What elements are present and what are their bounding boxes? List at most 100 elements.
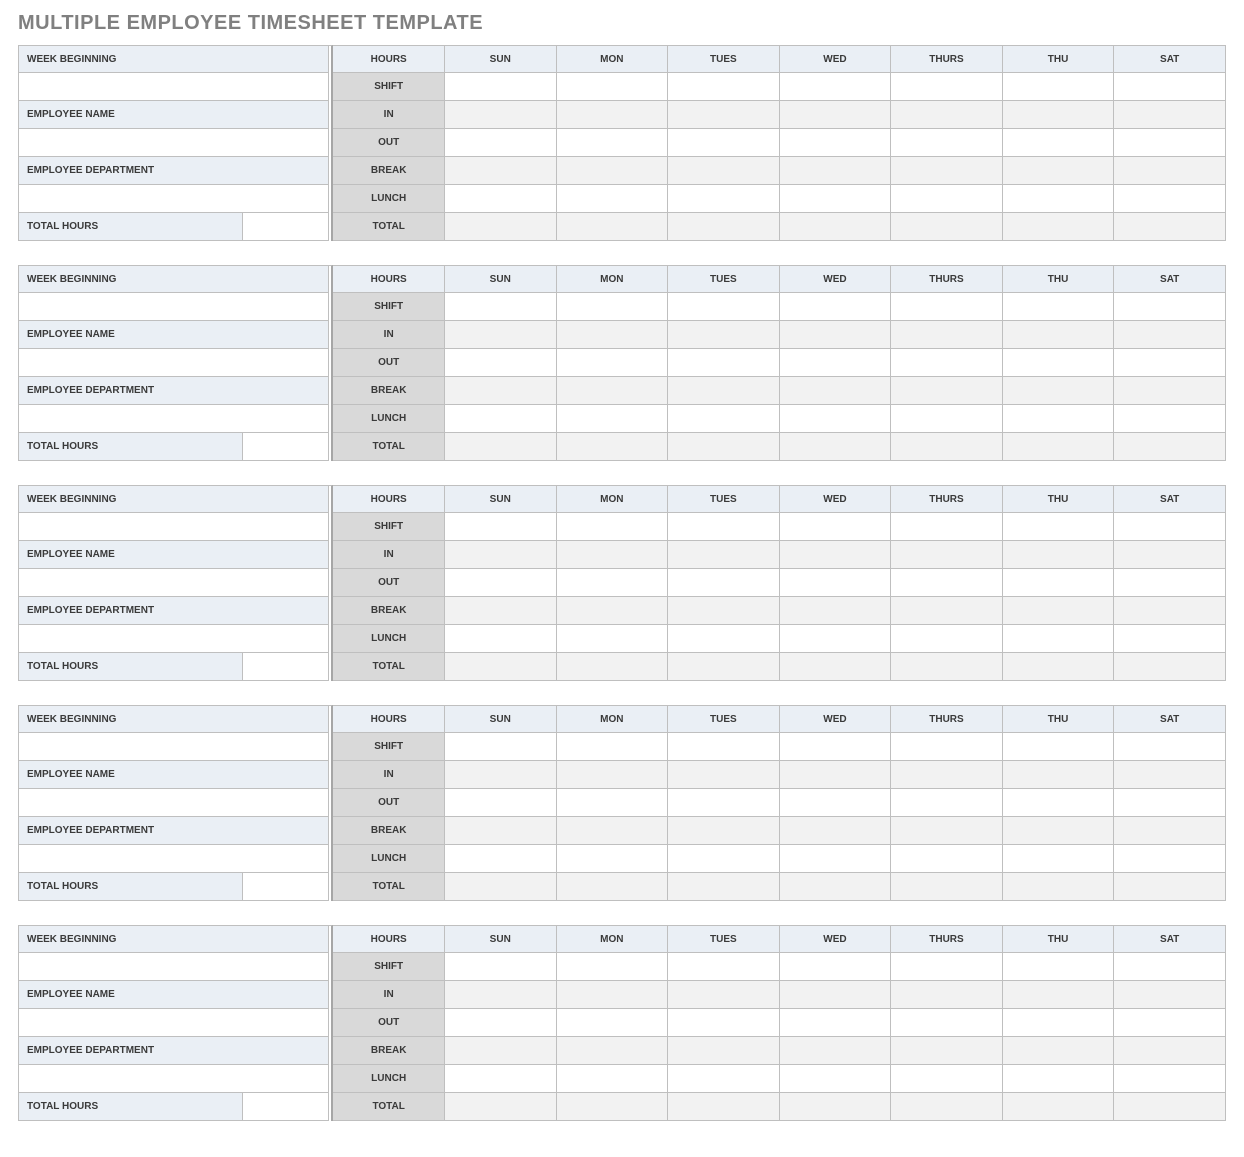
cell-break[interactable]: [445, 377, 557, 405]
cell-in[interactable]: [1114, 321, 1226, 349]
cell-in[interactable]: [1114, 761, 1226, 789]
input-employee-name[interactable]: [18, 569, 329, 597]
cell-total[interactable]: [1114, 1093, 1226, 1121]
cell-out[interactable]: [557, 129, 669, 157]
cell-in[interactable]: [891, 321, 1003, 349]
cell-out[interactable]: [668, 569, 780, 597]
cell-lunch[interactable]: [1003, 845, 1115, 873]
cell-in[interactable]: [780, 541, 892, 569]
cell-shift[interactable]: [780, 73, 892, 101]
cell-in[interactable]: [1003, 541, 1115, 569]
cell-lunch[interactable]: [891, 405, 1003, 433]
cell-in[interactable]: [1003, 761, 1115, 789]
cell-shift[interactable]: [668, 733, 780, 761]
cell-shift[interactable]: [1003, 73, 1115, 101]
cell-break[interactable]: [780, 597, 892, 625]
cell-lunch[interactable]: [891, 1065, 1003, 1093]
cell-lunch[interactable]: [1003, 625, 1115, 653]
cell-total[interactable]: [668, 1093, 780, 1121]
cell-total[interactable]: [780, 213, 892, 241]
value-total-hours[interactable]: [243, 873, 329, 901]
cell-lunch[interactable]: [780, 845, 892, 873]
cell-shift[interactable]: [891, 513, 1003, 541]
cell-out[interactable]: [1114, 1009, 1226, 1037]
cell-in[interactable]: [891, 101, 1003, 129]
cell-in[interactable]: [780, 981, 892, 1009]
cell-out[interactable]: [557, 349, 669, 377]
input-week-beginning[interactable]: [18, 953, 329, 981]
cell-total[interactable]: [891, 653, 1003, 681]
cell-total[interactable]: [668, 433, 780, 461]
cell-break[interactable]: [445, 1037, 557, 1065]
cell-in[interactable]: [668, 541, 780, 569]
cell-total[interactable]: [445, 653, 557, 681]
cell-lunch[interactable]: [780, 1065, 892, 1093]
cell-shift[interactable]: [780, 293, 892, 321]
cell-lunch[interactable]: [891, 185, 1003, 213]
cell-break[interactable]: [1003, 597, 1115, 625]
cell-shift[interactable]: [557, 293, 669, 321]
cell-lunch[interactable]: [557, 1065, 669, 1093]
cell-in[interactable]: [780, 761, 892, 789]
cell-out[interactable]: [1114, 349, 1226, 377]
cell-total[interactable]: [668, 213, 780, 241]
cell-total[interactable]: [557, 213, 669, 241]
cell-break[interactable]: [1114, 1037, 1226, 1065]
cell-lunch[interactable]: [1114, 405, 1226, 433]
cell-break[interactable]: [891, 377, 1003, 405]
cell-lunch[interactable]: [445, 625, 557, 653]
cell-shift[interactable]: [891, 73, 1003, 101]
cell-shift[interactable]: [668, 73, 780, 101]
cell-total[interactable]: [445, 1093, 557, 1121]
cell-in[interactable]: [1003, 101, 1115, 129]
cell-out[interactable]: [1003, 129, 1115, 157]
cell-in[interactable]: [780, 101, 892, 129]
cell-total[interactable]: [780, 1093, 892, 1121]
cell-break[interactable]: [780, 157, 892, 185]
cell-in[interactable]: [668, 321, 780, 349]
cell-break[interactable]: [668, 597, 780, 625]
cell-out[interactable]: [891, 789, 1003, 817]
cell-break[interactable]: [557, 157, 669, 185]
cell-shift[interactable]: [891, 293, 1003, 321]
cell-out[interactable]: [1114, 129, 1226, 157]
cell-total[interactable]: [891, 873, 1003, 901]
cell-lunch[interactable]: [1003, 405, 1115, 433]
cell-out[interactable]: [780, 569, 892, 597]
cell-total[interactable]: [557, 873, 669, 901]
cell-break[interactable]: [1114, 817, 1226, 845]
cell-break[interactable]: [1003, 157, 1115, 185]
cell-break[interactable]: [891, 157, 1003, 185]
cell-break[interactable]: [557, 597, 669, 625]
cell-shift[interactable]: [445, 733, 557, 761]
cell-total[interactable]: [1114, 873, 1226, 901]
cell-in[interactable]: [668, 761, 780, 789]
cell-lunch[interactable]: [891, 625, 1003, 653]
cell-out[interactable]: [1003, 1009, 1115, 1037]
input-week-beginning[interactable]: [18, 293, 329, 321]
value-total-hours[interactable]: [243, 1093, 329, 1121]
input-week-beginning[interactable]: [18, 733, 329, 761]
cell-break[interactable]: [891, 817, 1003, 845]
cell-lunch[interactable]: [1114, 185, 1226, 213]
cell-total[interactable]: [445, 873, 557, 901]
cell-lunch[interactable]: [780, 185, 892, 213]
cell-in[interactable]: [557, 321, 669, 349]
cell-lunch[interactable]: [557, 625, 669, 653]
cell-break[interactable]: [1114, 157, 1226, 185]
cell-in[interactable]: [1114, 541, 1226, 569]
cell-out[interactable]: [445, 349, 557, 377]
cell-shift[interactable]: [1003, 293, 1115, 321]
cell-shift[interactable]: [445, 293, 557, 321]
cell-shift[interactable]: [780, 953, 892, 981]
cell-shift[interactable]: [1114, 953, 1226, 981]
cell-lunch[interactable]: [668, 185, 780, 213]
cell-out[interactable]: [445, 1009, 557, 1037]
cell-total[interactable]: [1003, 213, 1115, 241]
cell-break[interactable]: [891, 597, 1003, 625]
input-employee-department[interactable]: [18, 845, 329, 873]
cell-total[interactable]: [445, 213, 557, 241]
cell-in[interactable]: [1003, 981, 1115, 1009]
cell-lunch[interactable]: [1003, 1065, 1115, 1093]
cell-total[interactable]: [780, 653, 892, 681]
